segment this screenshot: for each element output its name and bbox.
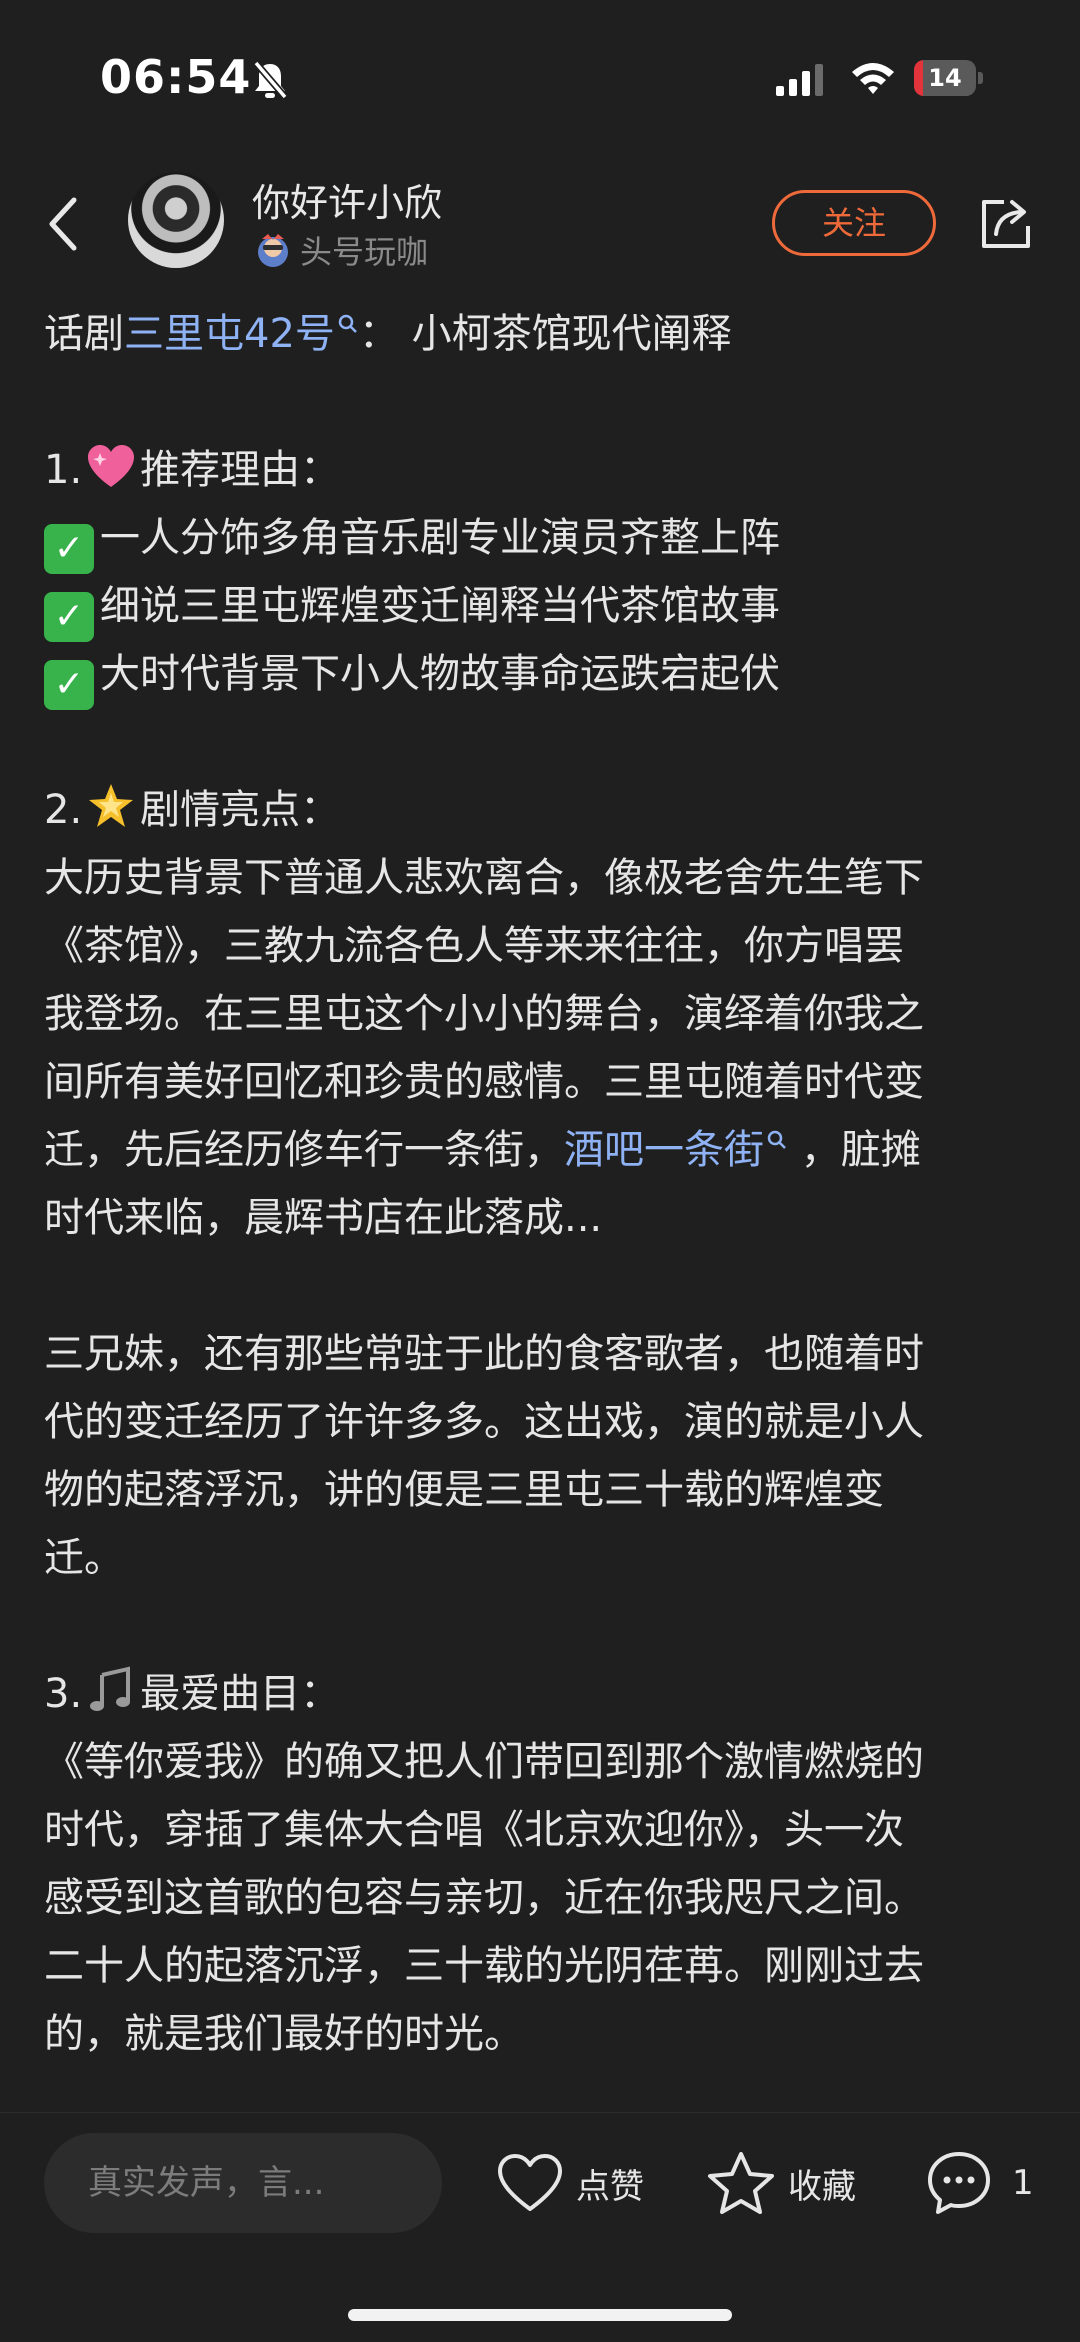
search-icon [338,314,357,333]
check-icon: ✓ [44,592,94,642]
title-prefix: 话剧 [44,311,124,357]
battery-icon: 14 [914,60,984,96]
heart-icon [498,2154,562,2211]
status-bar: 06:54 14 [0,0,1080,150]
section-3-number: 3. [44,1671,83,1717]
sparkle-heart-icon [88,445,135,487]
music-notes-icon [90,1666,131,1711]
bottom-action-bar: 真实发声，言... 点赞 收藏 1 [0,2112,1080,2342]
bell-slash-icon [253,60,288,100]
signal-icon [776,64,823,96]
text-line: 的，就是我们最好的时光。 [44,2011,524,2057]
like-label: 点赞 [576,2166,644,2207]
favorite-label: 收藏 [788,2166,856,2207]
author-name[interactable]: 你好许小欣 [252,172,442,227]
text-line: 感受到这首歌的包容与亲切，近在你我咫尺之间。 [44,1875,924,1921]
follow-button[interactable]: 关注 [772,190,936,256]
text-line: 时代，穿插了集体大合唱《北京欢迎你》，头一次 [44,1807,904,1853]
comment-count: 1 [1012,2163,1034,2203]
avatar[interactable] [128,172,224,268]
comment-icon [928,2152,990,2214]
like-button[interactable]: 点赞 [496,2153,644,2213]
section-1-heading: 1. 推荐理由： [44,436,1039,504]
section-2-number: 2. [44,787,83,833]
text-line: 二十人的起落沉浮，三十载的光阴荏苒。刚刚过去 [44,1943,924,1989]
text-fragment: 迁，先后经历修车行一条街， [44,1127,564,1173]
post-title: 话剧三里屯42号 ： 小柯茶馆现代阐释 [44,300,1039,368]
post-content: 话剧三里屯42号： 小柯茶馆现代阐释 1. 推荐理由： ✓ 一人分饰多角音乐剧专业演… [44,300,1039,2068]
section-3-heading: 3. 最爱曲目： [44,1660,1039,1728]
reason-text: 大时代背景下小人物故事命运跌宕起伏 [100,651,780,697]
search-icon [767,1130,786,1149]
author-badge: 头号玩咖 [254,230,429,271]
section-2-label: 剧情亮点： [140,787,341,833]
text-line: 代的变迁经历了许许多多。这出戏，演的就是小人 [44,1399,924,1445]
text-line: 《等你爱我》的确又把人们带回到那个激情燃烧的 [44,1739,924,1785]
status-time: 06:54 [100,50,252,104]
reason-item: ✓ 一人分饰多角音乐剧专业演员齐整上阵 [44,504,1039,574]
post-header: 你好许小欣 头号玩咖 关注 [0,160,1080,290]
star-icon [708,2152,774,2214]
topic-link-text[interactable]: 三里屯42号 [124,311,335,357]
section-2-heading: 2. 剧情亮点： [44,776,1039,844]
text-line: 间所有美好回忆和珍贵的感情。三里屯随着时代变 [44,1059,924,1105]
battery-level: 14 [928,64,962,92]
text-line: 迁。 [44,1535,124,1581]
section-3-label: 最爱曲目： [140,1671,341,1717]
badge-icon [258,234,288,267]
wifi-icon [852,63,894,94]
text-line: 大历史背景下普通人悲欢离合，像极老舍先生笔下 [44,855,924,901]
reason-item: ✓ 大时代背景下小人物故事命运跌宕起伏 [44,640,1039,710]
text-line: 时代来临，晨辉书店在此落成... [44,1195,603,1241]
back-icon[interactable] [44,194,84,254]
glowing-star-icon [89,784,134,827]
text-line: 我登场。在三里屯这个小小的舞台，演绎着你我之 [44,991,924,1037]
section-1-number: 1. [44,447,83,493]
share-icon[interactable] [978,194,1036,252]
comment-input[interactable]: 真实发声，言... [44,2133,442,2233]
text-line: 迁，先后经历修车行一条街，酒吧一条街 ，脏摊 [44,1116,1039,1184]
title-suffix: ： 小柯茶馆现代阐释 [358,311,732,357]
text-line: 《茶馆》，三教九流各色人等来来往往，你方唱罢 [44,923,904,969]
reason-text: 一人分饰多角音乐剧专业演员齐整上阵 [100,515,780,561]
topic-link[interactable]: 三里屯42号 [124,311,359,357]
home-indicator[interactable] [348,2309,732,2321]
comment-button[interactable]: 1 [926,2152,1034,2214]
section-1-label: 推荐理由： [140,447,341,493]
reason-item: ✓ 细说三里屯辉煌变迁阐释当代茶馆故事 [44,572,1039,642]
check-icon: ✓ [44,660,94,710]
text-line: 物的起落浮沉，讲的便是三里屯三十载的辉煌变 [44,1467,884,1513]
check-icon: ✓ [44,524,94,574]
reason-text: 细说三里屯辉煌变迁阐释当代茶馆故事 [100,583,780,629]
text-line: 三兄妹，还有那些常驻于此的食客歌者，也随着时 [44,1331,924,1377]
badge-label: 头号玩咖 [300,233,429,271]
bar-street-link[interactable]: 酒吧一条街 [564,1127,788,1173]
text-fragment: ，脏摊 [788,1127,921,1173]
favorite-button[interactable]: 收藏 [706,2152,856,2214]
bar-street-link-text[interactable]: 酒吧一条街 [564,1127,764,1173]
